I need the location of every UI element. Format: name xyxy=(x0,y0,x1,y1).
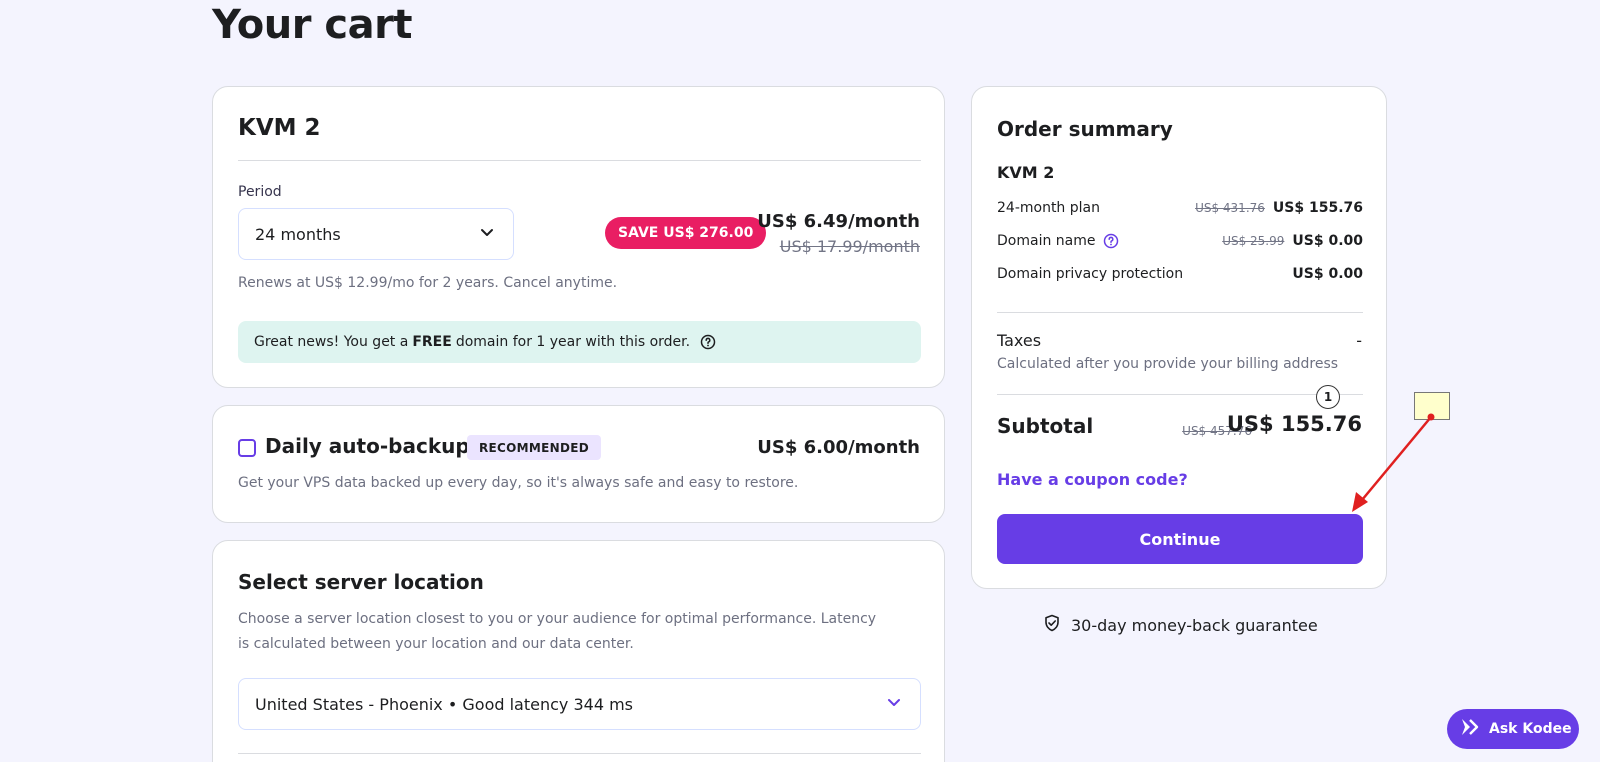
period-label: Period xyxy=(238,184,282,200)
help-icon[interactable] xyxy=(1103,233,1119,249)
recommended-badge: RECOMMENDED xyxy=(467,435,601,460)
old-monthly-price: US$ 17.99/month xyxy=(779,237,920,256)
money-back-guarantee: 30-day money-back guarantee xyxy=(1043,614,1318,636)
taxes-label: Taxes xyxy=(997,331,1042,350)
divider xyxy=(238,753,921,754)
monthly-price: US$ 6.49/month xyxy=(757,211,920,232)
banner-suffix: domain for 1 year with this order. xyxy=(455,334,691,350)
row-old-price: US$ 25.99 xyxy=(1222,234,1285,248)
ask-kodee-button[interactable]: Ask Kodee xyxy=(1447,709,1579,749)
save-badge: SAVE US$ 276.00 xyxy=(605,217,767,249)
location-select[interactable]: United States - Phoenix • Good latency 3… xyxy=(238,678,921,730)
row-label: Domain privacy protection xyxy=(997,266,1184,282)
chevron-down-icon xyxy=(886,694,902,714)
page-title: Your cart xyxy=(212,2,412,48)
row-label: Domain name xyxy=(997,233,1096,249)
product-card: KVM 2 Period 24 months SAVE US$ 276.00 U… xyxy=(212,86,945,388)
location-value: United States - Phoenix • Good latency 3… xyxy=(255,694,633,714)
row-value: US$ 0.00 xyxy=(1292,266,1363,282)
product-title: KVM 2 xyxy=(238,115,321,141)
location-card: Select server location Choose a server l… xyxy=(212,540,945,762)
summary-row-plan: 24-month plan US$ 431.76 US$ 155.76 xyxy=(997,200,1363,216)
renewal-text: Renews at US$ 12.99/mo for 2 years. Canc… xyxy=(238,275,618,291)
row-value: US$ 155.76 xyxy=(1272,200,1363,216)
backup-card: Daily auto-backup RECOMMENDED US$ 6.00/m… xyxy=(212,405,945,523)
coupon-link[interactable]: Have a coupon code? xyxy=(997,470,1188,489)
order-summary-card: Order summary KVM 2 24-month plan US$ 43… xyxy=(971,86,1387,589)
backup-description: Get your VPS data backed up every day, s… xyxy=(238,475,799,491)
backup-checkbox[interactable] xyxy=(238,439,256,457)
chevron-down-icon xyxy=(479,224,495,244)
backup-price: US$ 6.00/month xyxy=(757,437,920,458)
divider xyxy=(238,160,921,161)
free-domain-banner: Great news! You get a FREE domain for 1 … xyxy=(238,321,921,363)
period-value: 24 months xyxy=(255,224,341,244)
taxes-value: - xyxy=(1356,331,1362,350)
row-label: 24-month plan xyxy=(997,200,1100,216)
banner-bold: FREE xyxy=(412,334,452,350)
subtotal-label: Subtotal xyxy=(997,414,1094,438)
shield-check-icon xyxy=(1043,614,1061,636)
annotation-note xyxy=(1414,392,1450,420)
divider xyxy=(997,394,1363,395)
row-value: US$ 0.00 xyxy=(1292,233,1363,249)
location-description: Choose a server location closest to you … xyxy=(238,611,877,652)
summary-title: Order summary xyxy=(997,117,1173,141)
subtotal-value: US$ 155.76 xyxy=(1226,412,1362,436)
kodee-icon xyxy=(1459,716,1481,742)
annotation-marker: 1 xyxy=(1316,385,1340,409)
banner-prefix: Great news! You get a xyxy=(254,334,409,350)
taxes-note: Calculated after you provide your billin… xyxy=(997,356,1339,372)
summary-row-privacy: Domain privacy protection US$ 0.00 xyxy=(997,266,1363,282)
period-select[interactable]: 24 months xyxy=(238,208,514,260)
row-old-price: US$ 431.76 xyxy=(1195,201,1265,215)
help-icon[interactable] xyxy=(700,334,716,350)
guarantee-text: 30-day money-back guarantee xyxy=(1071,615,1318,635)
summary-row-domain: Domain name US$ 25.99 US$ 0.00 xyxy=(997,233,1363,249)
backup-title: Daily auto-backup xyxy=(265,434,470,458)
divider xyxy=(997,312,1363,313)
location-title: Select server location xyxy=(238,570,484,594)
ask-kodee-label: Ask Kodee xyxy=(1489,721,1572,737)
continue-button[interactable]: Continue xyxy=(997,514,1363,564)
summary-plan-name: KVM 2 xyxy=(997,163,1055,182)
